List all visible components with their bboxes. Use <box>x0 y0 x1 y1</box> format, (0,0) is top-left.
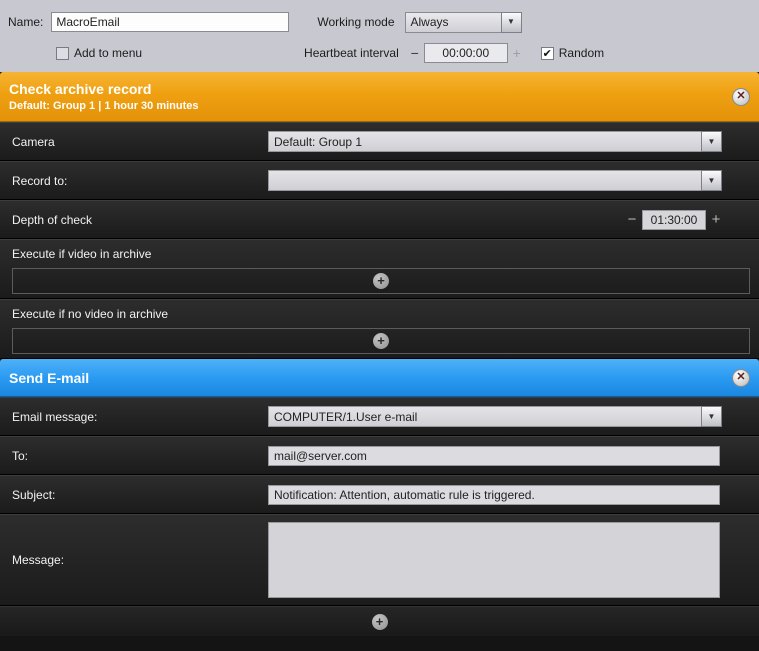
record-to-row: Record to: ▼ <box>0 161 759 200</box>
send-email-body: Email message: COMPUTER/1.User e-mail ▼ … <box>0 397 759 636</box>
close-check-archive-button[interactable]: ✕ <box>732 88 750 106</box>
camera-dropdown[interactable]: Default: Group 1 <box>268 131 701 152</box>
random-checkbox[interactable]: ✔ <box>541 47 554 60</box>
email-message-row: Email message: COMPUTER/1.User e-mail ▼ <box>0 397 759 436</box>
depth-minus-button[interactable]: − <box>626 211 638 228</box>
depth-plus-button[interactable]: + <box>710 211 722 228</box>
send-email-add-row: + <box>0 606 759 636</box>
heartbeat-minus-button[interactable]: − <box>409 45 421 61</box>
to-input[interactable] <box>268 446 720 466</box>
email-message-dropdown-button[interactable]: ▼ <box>701 406 722 427</box>
chevron-down-icon: ▼ <box>708 138 716 146</box>
macro-general-settings: Name: Working mode Always ▼ Add to menu … <box>0 0 759 72</box>
working-mode-dropdown[interactable]: Always ▼ <box>405 12 522 33</box>
depth-of-check-row: Depth of check − + <box>0 200 759 239</box>
execute-if-no-video-label: Execute if no video in archive <box>12 307 750 321</box>
execute-if-no-video-add-bar[interactable]: + <box>12 328 750 354</box>
message-row: Message: <box>0 514 759 606</box>
working-mode-dropdown-button[interactable]: ▼ <box>501 12 522 33</box>
record-to-dropdown[interactable] <box>268 170 701 191</box>
camera-row: Camera Default: Group 1 ▼ <box>0 122 759 161</box>
random-label: Random <box>559 46 604 60</box>
macro-name-input[interactable] <box>51 12 289 32</box>
execute-if-video-add-bar[interactable]: + <box>12 268 750 294</box>
add-to-menu-label: Add to menu <box>74 46 142 60</box>
email-message-label: Email message: <box>12 410 268 424</box>
check-archive-header: Check archive record Default: Group 1 | … <box>0 72 759 122</box>
heartbeat-plus-button[interactable]: + <box>511 45 523 61</box>
to-row: To: <box>0 436 759 475</box>
chevron-down-icon: ▼ <box>507 18 515 26</box>
message-label: Message: <box>12 553 268 567</box>
working-mode-label: Working mode <box>317 15 394 29</box>
send-email-panel: Send E-mail ✕ Email message: COMPUTER/1.… <box>0 359 759 636</box>
to-label: To: <box>12 449 268 463</box>
heartbeat-interval-input[interactable] <box>424 43 508 63</box>
camera-dropdown-button[interactable]: ▼ <box>701 131 722 152</box>
message-textarea[interactable] <box>268 522 720 598</box>
depth-of-check-label: Depth of check <box>12 213 268 227</box>
check-archive-body: Camera Default: Group 1 ▼ Record to: ▼ D… <box>0 122 759 359</box>
add-action-icon[interactable]: + <box>373 333 389 349</box>
check-archive-subtitle: Default: Group 1 | 1 hour 30 minutes <box>9 100 199 112</box>
add-action-icon[interactable]: + <box>373 273 389 289</box>
heartbeat-interval-label: Heartbeat interval <box>304 46 399 60</box>
execute-if-no-video-row: Execute if no video in archive + <box>0 299 759 359</box>
depth-of-check-input[interactable] <box>642 210 706 230</box>
close-send-email-button[interactable]: ✕ <box>732 369 750 387</box>
subject-row: Subject: <box>0 475 759 514</box>
subject-input[interactable] <box>268 485 720 505</box>
add-action-icon[interactable]: + <box>372 614 388 630</box>
chevron-down-icon: ▼ <box>708 413 716 421</box>
add-to-menu-checkbox[interactable] <box>56 47 69 60</box>
send-email-title: Send E-mail <box>9 370 89 386</box>
check-archive-title: Check archive record <box>9 81 199 97</box>
check-archive-panel: Check archive record Default: Group 1 | … <box>0 72 759 359</box>
send-email-header: Send E-mail ✕ <box>0 359 759 397</box>
execute-if-video-row: Execute if video in archive + <box>0 239 759 299</box>
check-icon: ✔ <box>543 47 552 60</box>
record-to-label: Record to: <box>12 174 268 188</box>
chevron-down-icon: ▼ <box>708 177 716 185</box>
subject-label: Subject: <box>12 488 268 502</box>
camera-label: Camera <box>12 135 268 149</box>
close-icon: ✕ <box>736 372 745 383</box>
email-message-dropdown[interactable]: COMPUTER/1.User e-mail <box>268 406 701 427</box>
working-mode-value[interactable]: Always <box>405 12 501 33</box>
close-icon: ✕ <box>736 91 745 102</box>
macro-editor-window: Name: Working mode Always ▼ Add to menu … <box>0 0 759 636</box>
record-to-dropdown-button[interactable]: ▼ <box>701 170 722 191</box>
execute-if-video-label: Execute if video in archive <box>12 247 750 261</box>
name-label: Name: <box>8 15 43 29</box>
